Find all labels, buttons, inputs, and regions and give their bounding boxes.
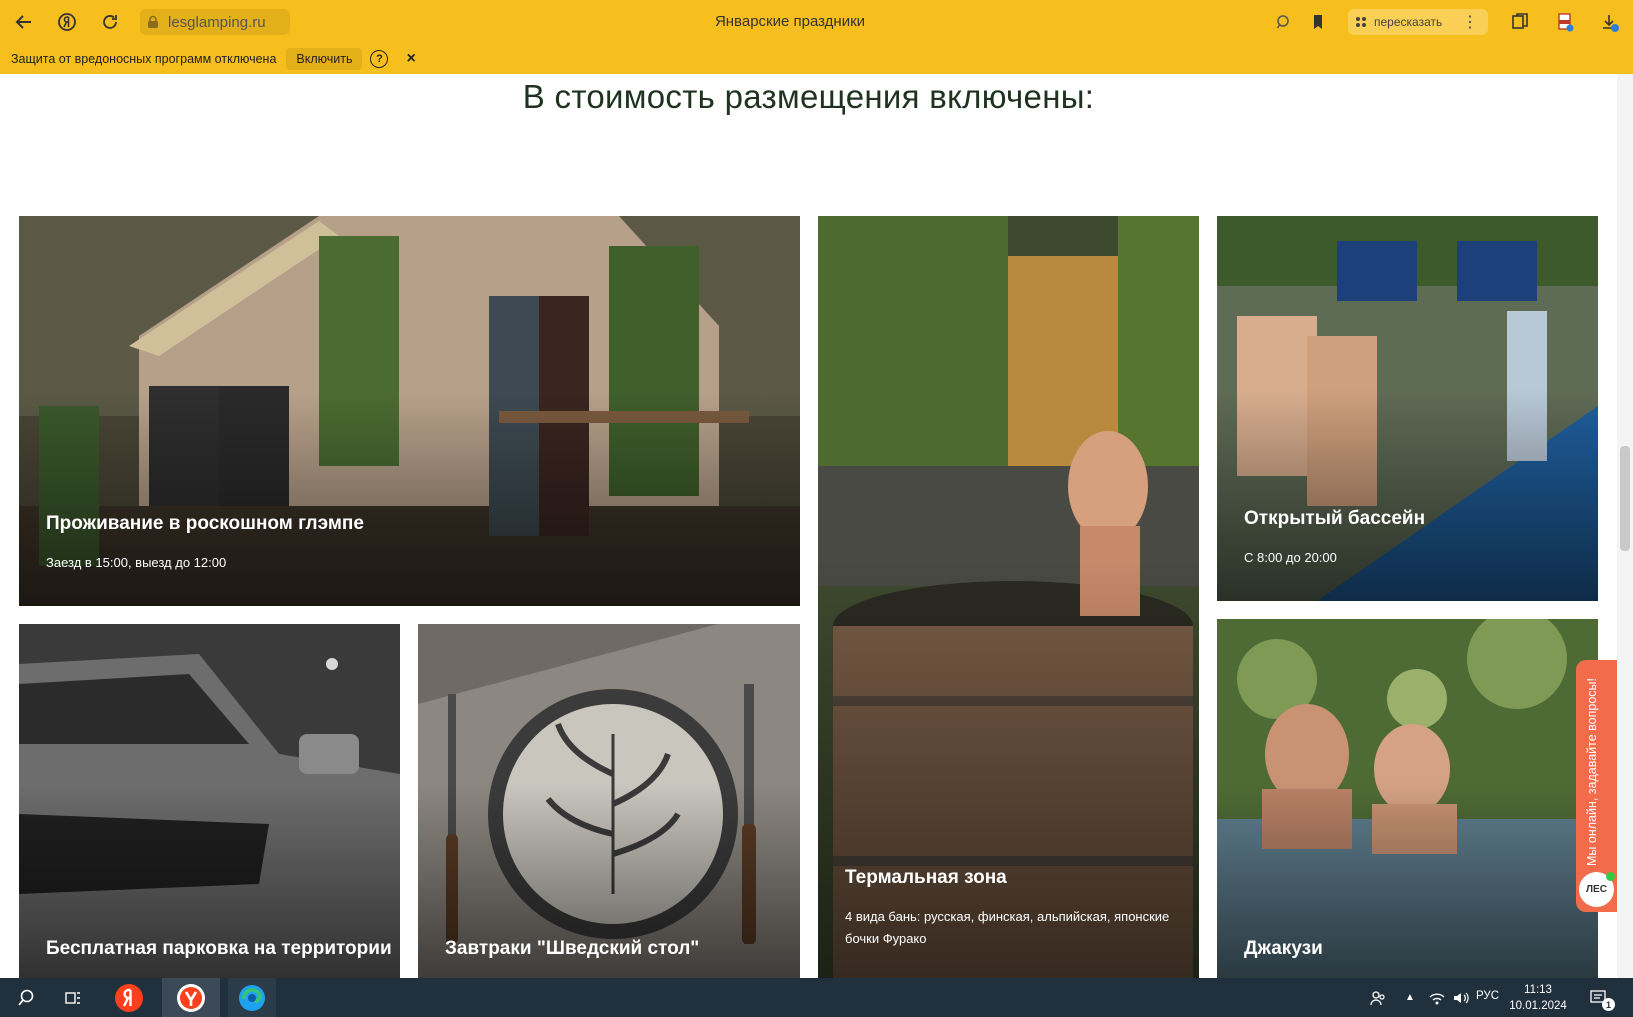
online-status-dot <box>1606 872 1615 881</box>
edge-button[interactable] <box>228 978 276 1017</box>
chevron-up-icon: ▲ <box>1405 992 1415 1003</box>
retell-button[interactable]: пересказать ⋮ <box>1348 9 1488 35</box>
card-thermal-zone[interactable]: Термальная зона 4 вида бань: русская, фи… <box>818 216 1199 978</box>
speaker-icon <box>1454 992 1469 1003</box>
volume-button[interactable] <box>1449 978 1473 1017</box>
card-title: Бесплатная парковка на территории <box>46 938 392 959</box>
people-button[interactable] <box>1364 978 1392 1017</box>
card-subtitle: С 8:00 до 20:00 <box>1244 550 1337 565</box>
page-scrollbar[interactable] <box>1617 74 1633 978</box>
yandex-home-button[interactable] <box>52 7 82 37</box>
download-icon <box>1603 15 1619 32</box>
lock-icon <box>148 15 158 28</box>
online-chat-widget[interactable]: Мы онлайн, задавайте вопросы! ЛЕС <box>1576 660 1617 912</box>
card-title: Джакузи <box>1244 938 1323 959</box>
collections-button[interactable] <box>1505 7 1535 37</box>
yandex-app-button[interactable] <box>110 978 148 1017</box>
card-title: Завтраки "Шведский стол" <box>445 938 700 959</box>
notification-text: Защита от вредоносных программ отключена <box>11 52 277 66</box>
yandex-logo-icon <box>58 13 76 31</box>
card-title: Открытый бассейн <box>1244 508 1426 529</box>
clock-date: 10.01.2024 <box>1509 1000 1567 1012</box>
browser-toolbar: lesglamping.ru Январские праздники перес… <box>0 0 1633 44</box>
search-icon <box>18 989 34 1006</box>
yandex-icon <box>115 983 143 1012</box>
card-glamping[interactable]: Проживание в роскошном глэмпе Заезд в 15… <box>19 216 800 606</box>
clock-time: 11:13 <box>1524 984 1552 996</box>
system-clock[interactable]: 11:13 10.01.2024 <box>1508 982 1568 1014</box>
action-center-button[interactable]: 1 <box>1582 978 1616 1017</box>
show-hidden-icons-button[interactable]: ▲ <box>1400 978 1420 1017</box>
reload-button[interactable] <box>95 7 125 37</box>
card-subtitle: Заезд в 15:00, выезд до 12:00 <box>46 555 227 570</box>
chat-widget-text: Мы онлайн, задавайте вопросы! <box>1585 677 1599 866</box>
card-overlay <box>1217 389 1598 601</box>
retell-icon <box>1356 17 1366 27</box>
card-breakfast[interactable]: Завтраки "Шведский стол" <box>418 624 800 978</box>
comments-button[interactable] <box>1268 7 1298 37</box>
security-notification-bar: Защита от вредоносных программ отключена… <box>0 44 1633 74</box>
card-jacuzzi[interactable]: Джакузи <box>1217 619 1598 978</box>
back-arrow-icon <box>15 15 31 29</box>
retell-label: пересказать <box>1374 15 1443 29</box>
tab-title: Январские праздники <box>714 13 866 30</box>
yandex-browser-button[interactable] <box>162 978 220 1017</box>
more-vertical-icon[interactable]: ⋮ <box>1462 12 1478 32</box>
pdf-icon <box>1558 13 1574 32</box>
scrollbar-thumb[interactable] <box>1620 446 1630 551</box>
people-icon <box>1370 990 1385 1005</box>
task-view-button[interactable] <box>57 978 89 1017</box>
help-icon[interactable]: ? <box>370 50 389 68</box>
close-notification-button[interactable]: × <box>406 50 415 68</box>
search-button[interactable] <box>10 978 42 1017</box>
enable-protection-button[interactable]: Включить <box>286 48 363 70</box>
downloads-button[interactable] <box>1595 7 1625 37</box>
url-text: lesglamping.ru <box>168 13 266 31</box>
edge-icon <box>239 984 265 1011</box>
card-open-pool[interactable]: Открытый бассейн С 8:00 до 20:00 <box>1217 216 1598 601</box>
bookmark-icon <box>1314 15 1322 29</box>
card-title: Термальная зона <box>845 867 1007 888</box>
card-parking[interactable]: Бесплатная парковка на территории <box>19 624 400 978</box>
network-button[interactable] <box>1425 978 1449 1017</box>
bookmark-button[interactable] <box>1303 7 1333 37</box>
yandex-browser-icon <box>177 983 205 1012</box>
card-subtitle: 4 вида бань: русская, финская, альпийска… <box>845 909 1170 946</box>
back-button[interactable] <box>9 7 39 37</box>
input-language[interactable]: РУС <box>1476 990 1499 1002</box>
page-heading: В стоимость размещения включены: <box>522 78 1095 115</box>
page-content: В стоимость размещения включены: Прожива… <box>0 74 1633 978</box>
address-bar[interactable]: lesglamping.ru <box>140 9 290 35</box>
collections-icon <box>1512 13 1528 29</box>
card-title: Проживание в роскошном глэмпе <box>46 513 364 534</box>
notification-count-badge: 1 <box>1602 998 1615 1011</box>
reload-icon <box>103 15 117 29</box>
wifi-icon <box>1429 992 1445 1004</box>
pdf-extension-button[interactable] <box>1550 7 1580 37</box>
windows-taskbar: ▲ РУС 11:13 10.01.2024 1 <box>0 978 1633 1017</box>
chat-bubble-icon <box>1276 15 1289 29</box>
task-view-icon <box>65 991 80 1004</box>
